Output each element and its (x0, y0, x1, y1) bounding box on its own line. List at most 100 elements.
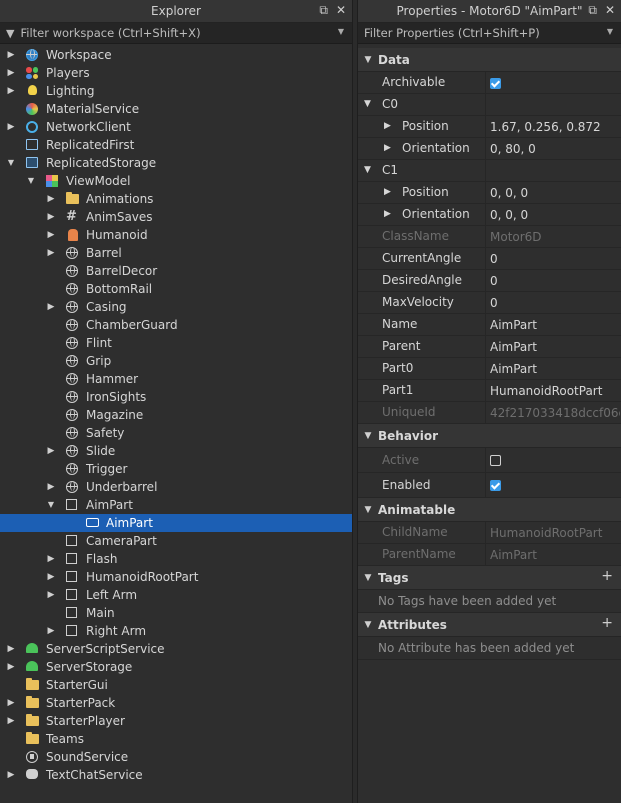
chevron-right-icon[interactable]: ▶ (6, 46, 16, 64)
prop-value[interactable]: 1.67, 0.256, 0.872 (486, 120, 620, 134)
tree-item[interactable]: ▶ Underbarrel (0, 478, 352, 496)
chevron-right-icon[interactable]: ▶ (6, 64, 16, 82)
tree-item[interactable]: ▼ AimPart (0, 496, 352, 514)
chevron-right-icon[interactable]: ▶ (6, 694, 16, 712)
prop-value[interactable]: 0 (486, 296, 620, 310)
prop-row-desired-angle[interactable]: DesiredAngle 0 (358, 270, 621, 292)
tree-item[interactable]: ▶ Slide (0, 442, 352, 460)
chevron-right-icon[interactable]: ▶ (6, 118, 16, 136)
chevron-right-icon[interactable]: ▶ (46, 244, 56, 262)
tree-item[interactable]: ▶ Casing (0, 298, 352, 316)
tree-item[interactable]: Safety (0, 424, 352, 442)
chevron-down-icon[interactable]: ▼ (46, 496, 56, 514)
chevron-right-icon[interactable]: ▶ (46, 622, 56, 640)
tree-item[interactable]: IronSights (0, 388, 352, 406)
prop-value[interactable]: 0, 80, 0 (486, 142, 620, 156)
tree-item[interactable]: AimPart (0, 514, 352, 532)
prop-value[interactable]: AimPart (486, 340, 620, 354)
prop-value[interactable]: 0 (486, 274, 620, 288)
chevron-right-icon[interactable]: ▶ (6, 640, 16, 658)
prop-row-c1-position[interactable]: ▶ Position 0, 0, 0 (358, 182, 621, 204)
tree-item[interactable]: ▶ ServerScriptService (0, 640, 352, 658)
prop-row-part0[interactable]: Part0 AimPart (358, 358, 621, 380)
section-animatable[interactable]: ▼ Animatable (358, 498, 621, 522)
tree-item[interactable]: ▶ HumanoidRootPart (0, 568, 352, 586)
prop-row-c0[interactable]: ▼ C0 (358, 94, 621, 116)
add-attribute-icon[interactable]: + (601, 615, 613, 631)
tree-item[interactable]: ▶ ServerStorage (0, 658, 352, 676)
tree-item[interactable]: Flint (0, 334, 352, 352)
tree-item[interactable]: ▶ Flash (0, 550, 352, 568)
tree-item[interactable]: ▶ Workspace (0, 46, 352, 64)
tree-item[interactable]: ChamberGuard (0, 316, 352, 334)
chevron-right-icon[interactable]: ▶ (46, 550, 56, 568)
chevron-right-icon[interactable]: ▶ (46, 190, 56, 208)
section-attributes[interactable]: ▼ Attributes + (358, 613, 621, 637)
chevron-down-icon[interactable]: ▼ (364, 94, 371, 115)
tree-item[interactable]: ▶ Right Arm (0, 622, 352, 640)
prop-row-max-velocity[interactable]: MaxVelocity 0 (358, 292, 621, 314)
tree-item[interactable]: BottomRail (0, 280, 352, 298)
tree-item[interactable]: ▶ Humanoid (0, 226, 352, 244)
tree-item[interactable]: MaterialService (0, 100, 352, 118)
section-tags[interactable]: ▼ Tags + (358, 566, 621, 590)
chevron-down-icon[interactable]: ▼ (26, 172, 36, 190)
chevron-right-icon[interactable]: ▶ (46, 226, 56, 244)
filter-icon[interactable]: ▼ (6, 27, 14, 40)
prop-row-parent[interactable]: Parent AimPart (358, 336, 621, 358)
tree-item[interactable]: ▶ Animations (0, 190, 352, 208)
tree-item[interactable]: Trigger (0, 460, 352, 478)
tree-item[interactable]: ▼ ReplicatedStorage (0, 154, 352, 172)
prop-row-c1-orientation[interactable]: ▶ Orientation 0, 0, 0 (358, 204, 621, 226)
prop-value[interactable]: AimPart (486, 318, 620, 332)
chevron-right-icon[interactable]: ▶ (384, 182, 391, 203)
chevron-right-icon[interactable]: ▶ (46, 478, 56, 496)
chevron-right-icon[interactable]: ▶ (46, 442, 56, 460)
prop-value[interactable]: HumanoidRootPart (486, 384, 620, 398)
chevron-right-icon[interactable]: ▶ (46, 586, 56, 604)
archivable-checkbox[interactable] (490, 77, 501, 89)
tree-item[interactable]: ReplicatedFirst (0, 136, 352, 154)
prop-row-current-angle[interactable]: CurrentAngle 0 (358, 248, 621, 270)
tree-item[interactable]: Grip (0, 352, 352, 370)
chevron-right-icon[interactable]: ▶ (384, 204, 391, 225)
chevron-right-icon[interactable]: ▶ (46, 568, 56, 586)
tree-item[interactable]: ▶ Left Arm (0, 586, 352, 604)
tree-item[interactable]: CameraPart (0, 532, 352, 550)
close-icon[interactable]: ✕ (336, 3, 346, 18)
chevron-down-icon[interactable]: ▼ (358, 620, 378, 630)
tree-item[interactable]: Teams (0, 730, 352, 748)
chevron-down-icon[interactable]: ▼ (358, 573, 378, 583)
prop-row-c0-orientation[interactable]: ▶ Orientation 0, 80, 0 (358, 138, 621, 160)
prop-value[interactable]: 0, 0, 0 (486, 208, 620, 222)
prop-row-part1[interactable]: Part1 HumanoidRootPart (358, 380, 621, 402)
tree-item[interactable]: ▶ StarterPlayer (0, 712, 352, 730)
chevron-right-icon[interactable]: ▶ (384, 116, 391, 137)
chevron-down-icon[interactable]: ▼ (607, 27, 613, 36)
properties-filter-input[interactable]: Filter Properties (Ctrl+Shift+P) (364, 26, 540, 40)
undock-icon[interactable]: ⧉ (319, 3, 328, 18)
close-icon[interactable]: ✕ (605, 3, 615, 18)
tree-item[interactable]: ▶ # AnimSaves (0, 208, 352, 226)
tree-item[interactable]: ▶ TextChatService (0, 766, 352, 784)
undock-icon[interactable]: ⧉ (588, 3, 597, 18)
section-data[interactable]: ▼ Data (358, 48, 621, 72)
chevron-right-icon[interactable]: ▶ (6, 658, 16, 676)
tree-item[interactable]: ▶ NetworkClient (0, 118, 352, 136)
chevron-down-icon[interactable]: ▼ (358, 55, 378, 65)
section-behavior[interactable]: ▼ Behavior (358, 424, 621, 448)
tree-item[interactable]: ▶ Barrel (0, 244, 352, 262)
tree-item[interactable]: ▶ StarterPack (0, 694, 352, 712)
prop-value[interactable]: 0, 0, 0 (486, 186, 620, 200)
prop-row-name[interactable]: Name AimPart (358, 314, 621, 336)
chevron-down-icon[interactable]: ▼ (338, 27, 344, 36)
prop-row-c0-position[interactable]: ▶ Position 1.67, 0.256, 0.872 (358, 116, 621, 138)
chevron-right-icon[interactable]: ▶ (6, 712, 16, 730)
tree-item[interactable]: Magazine (0, 406, 352, 424)
tree-item[interactable]: SoundService (0, 748, 352, 766)
tree-item[interactable]: BarrelDecor (0, 262, 352, 280)
enabled-checkbox[interactable] (490, 480, 501, 491)
active-checkbox[interactable] (490, 455, 501, 466)
chevron-right-icon[interactable]: ▶ (384, 138, 391, 159)
explorer-filter-input[interactable]: Filter workspace (Ctrl+Shift+X) (20, 26, 200, 40)
